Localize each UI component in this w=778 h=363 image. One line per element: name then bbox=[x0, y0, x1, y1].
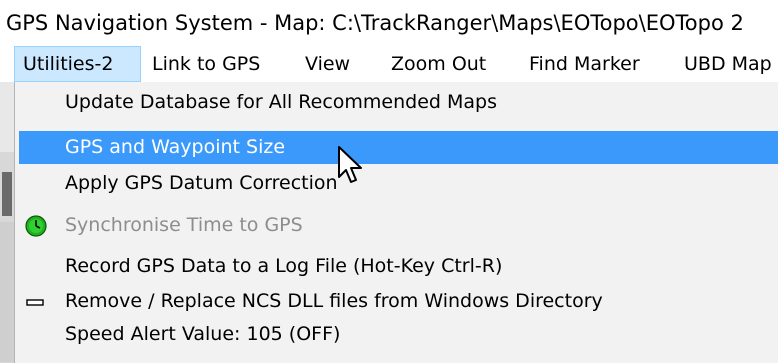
title-bar: GPS Navigation System - Map: C:\TrackRan… bbox=[0, 0, 778, 47]
menu-item-label: Record GPS Data to a Log File (Hot-Key C… bbox=[65, 255, 503, 277]
menu-ubd-map[interactable]: UBD Map bbox=[676, 46, 778, 82]
menu-item-label: Speed Alert Value: 105 (OFF) bbox=[65, 323, 341, 345]
menu-item-label: Update Database for All Recommended Maps bbox=[65, 91, 498, 113]
dash-icon bbox=[26, 299, 44, 306]
menu-item-label: Synchronise Time to GPS bbox=[65, 214, 303, 236]
menu-item-apply-datum-correction[interactable]: Apply GPS Datum Correction bbox=[19, 167, 778, 200]
menu-item-gps-waypoint-size[interactable]: GPS and Waypoint Size bbox=[19, 131, 778, 164]
utilities-2-dropdown-menu: Update Database for All Recommended Maps… bbox=[14, 82, 778, 363]
mouse-cursor-icon bbox=[338, 146, 362, 183]
menu-item-synchronise-time[interactable]: Synchronise Time to GPS bbox=[19, 209, 778, 242]
menu-item-record-log[interactable]: Record GPS Data to a Log File (Hot-Key C… bbox=[19, 250, 778, 283]
menu-item-label: GPS and Waypoint Size bbox=[65, 136, 286, 158]
map-background-edge bbox=[0, 82, 14, 363]
menu-utilities-2[interactable]: Utilities-2 bbox=[14, 46, 141, 82]
menu-item-label: Remove / Replace NCS DLL files from Wind… bbox=[65, 290, 603, 312]
menu-bar: Utilities-2 Link to GPS View Zoom Out Fi… bbox=[0, 46, 778, 82]
menu-link-to-gps[interactable]: Link to GPS bbox=[144, 46, 268, 82]
menu-item-label: Apply GPS Datum Correction bbox=[65, 172, 338, 194]
window-title: GPS Navigation System - Map: C:\TrackRan… bbox=[6, 11, 744, 35]
menu-view[interactable]: View bbox=[297, 46, 358, 82]
menu-item-update-database[interactable]: Update Database for All Recommended Maps bbox=[19, 86, 778, 119]
clock-icon bbox=[25, 215, 47, 237]
menu-item-speed-alert[interactable]: Speed Alert Value: 105 (OFF) bbox=[19, 318, 778, 351]
menu-item-remove-replace-dll[interactable]: Remove / Replace NCS DLL files from Wind… bbox=[19, 285, 778, 318]
menu-find-marker[interactable]: Find Marker bbox=[521, 46, 648, 82]
menu-zoom-out[interactable]: Zoom Out bbox=[383, 46, 494, 82]
